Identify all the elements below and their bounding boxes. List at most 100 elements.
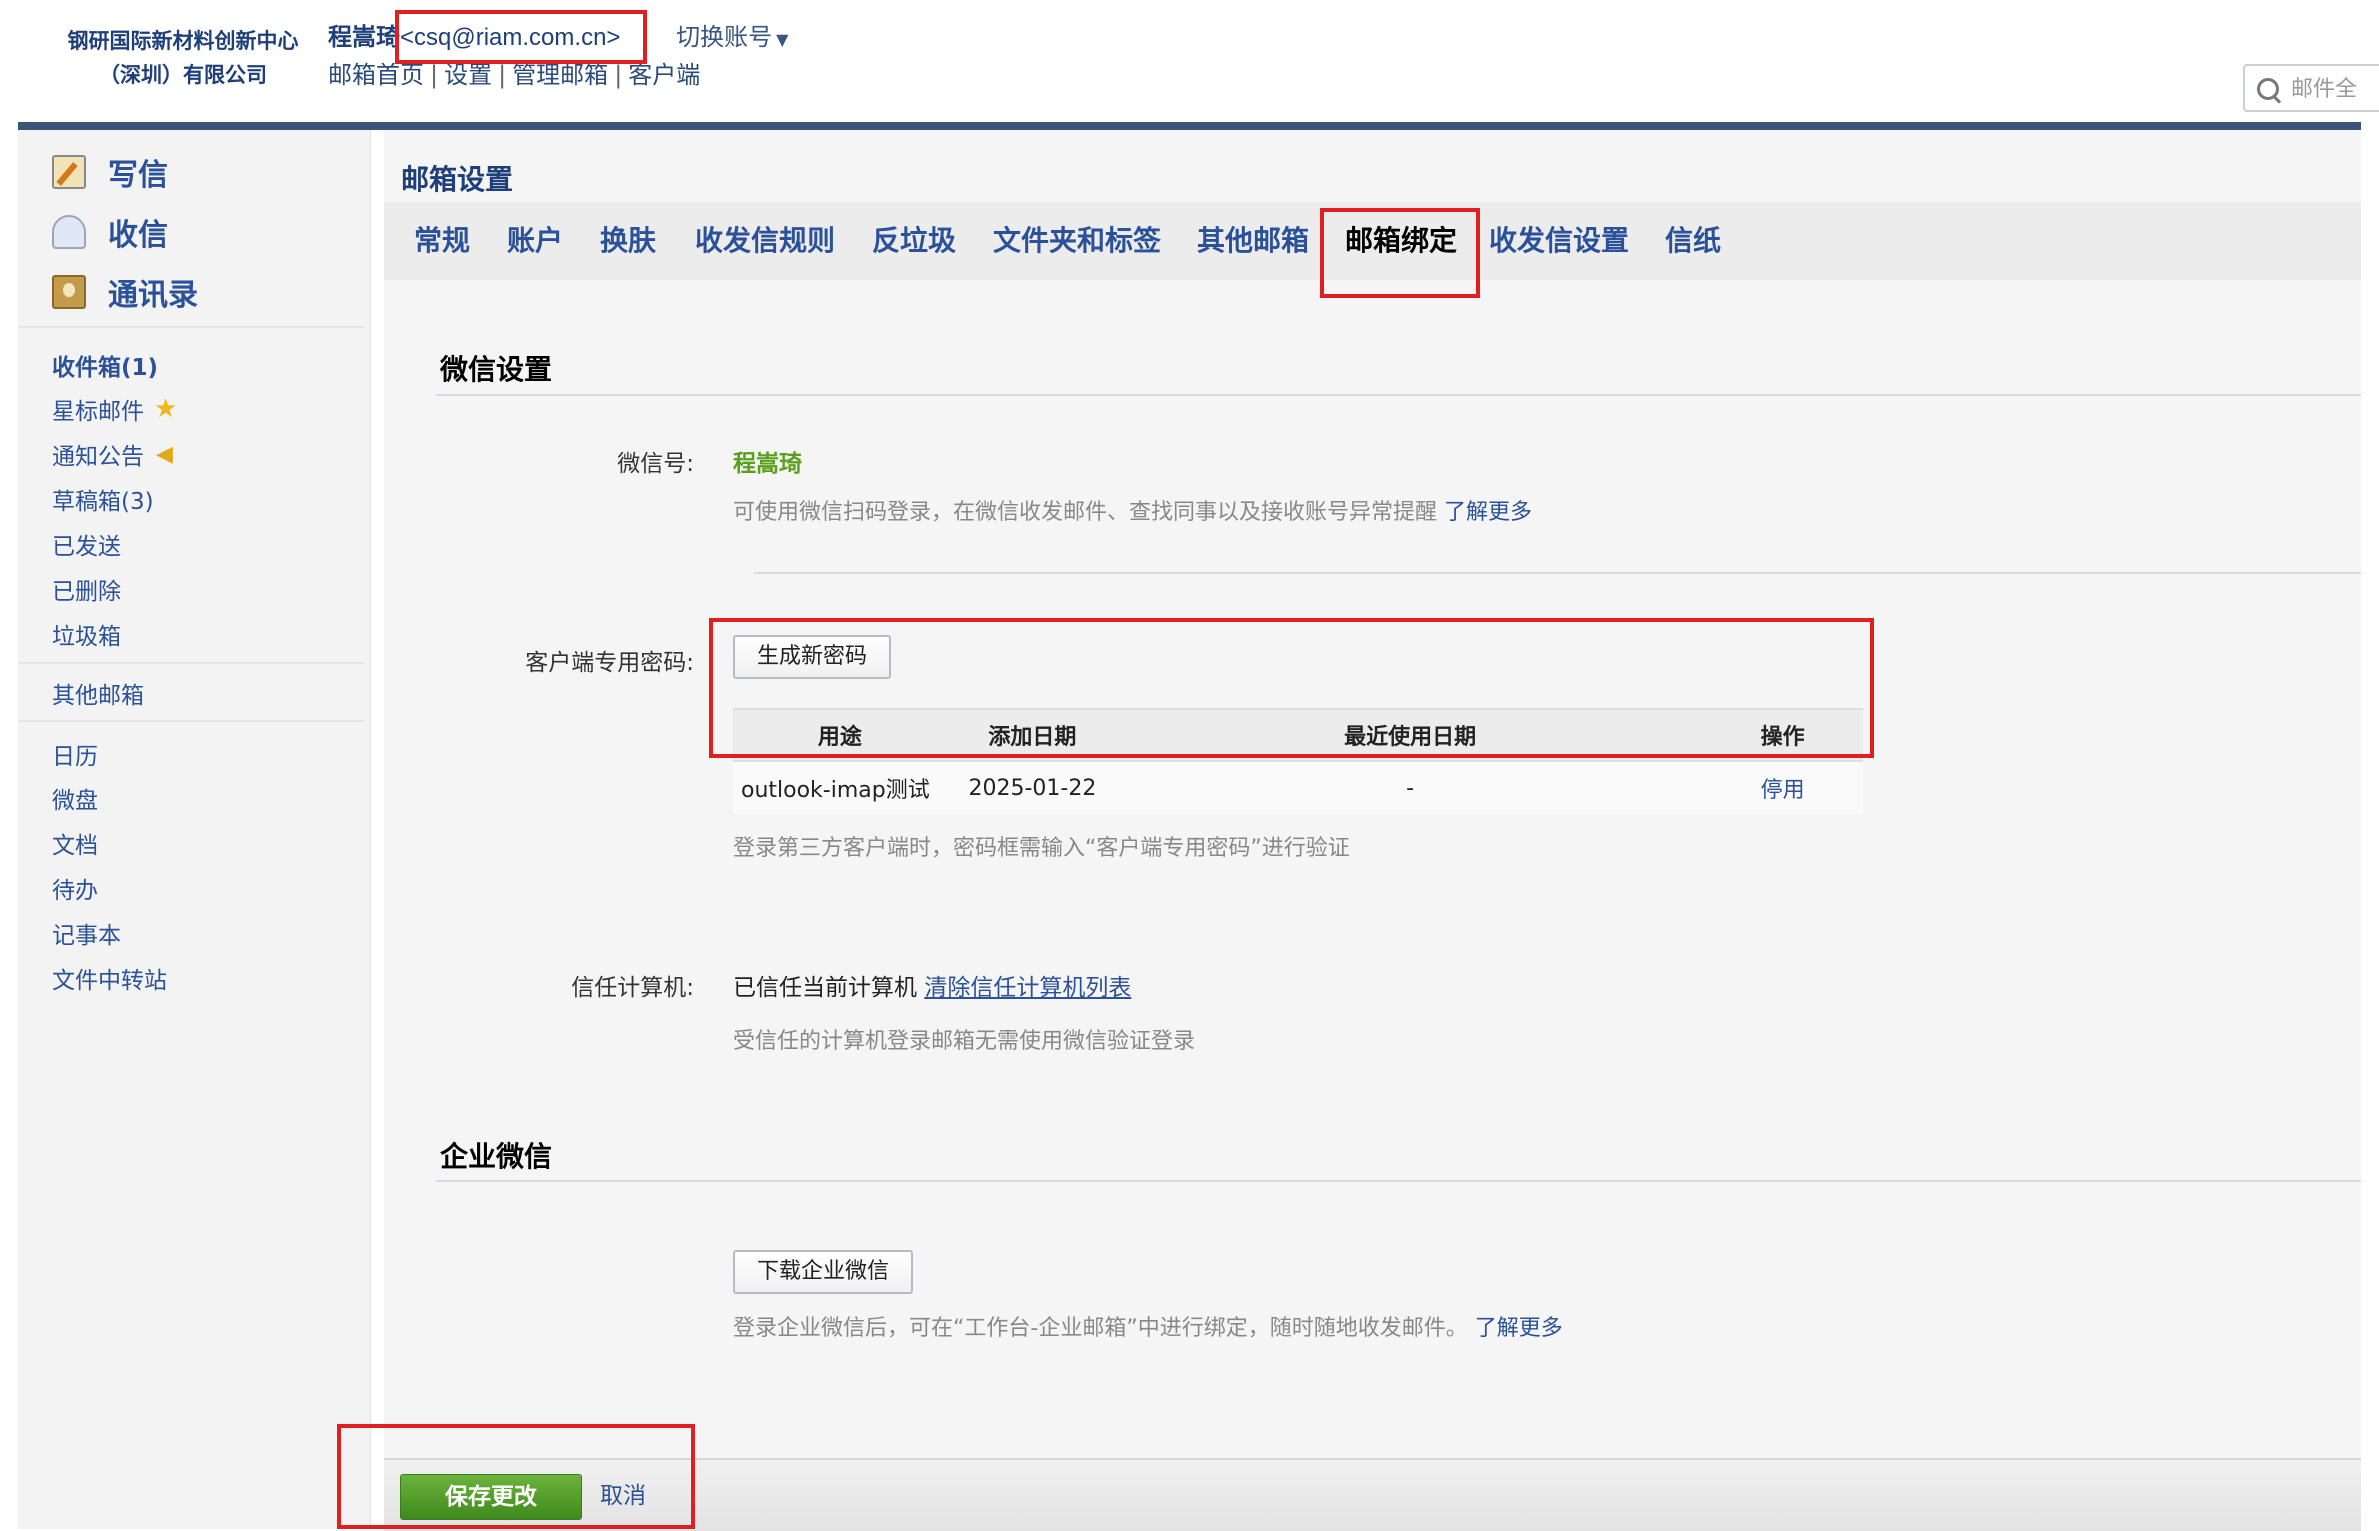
sidebar: 写信 收信 通讯录 收件箱(1) 星标邮件 ★ 通知公告 ◀ 草稿箱(3) 已发送 … [18,130,371,1529]
client-password-hint: 登录第三方客户端时，密码框需输入“客户端专用密码”进行验证 [733,836,1350,861]
sidebar-divider [18,326,364,328]
sidebar-item-other-mailbox[interactable]: 其他邮箱 [52,676,144,710]
tab-anti-spam[interactable]: 反垃圾 [872,202,956,280]
tab-stationery[interactable]: 信纸 [1665,202,1721,280]
page-title: 邮箱设置 [401,163,514,196]
tab-mailbox-binding[interactable]: 邮箱绑定 [1345,202,1457,280]
tab-account[interactable]: 账户 [507,202,563,280]
generate-password-button[interactable]: 生成新密码 [733,635,892,679]
save-changes-button[interactable]: 保存更改 [400,1474,582,1520]
switch-account-dropdown[interactable]: 切换账号 ▼ [676,23,788,51]
column-header-action: 操作 [1702,708,1863,762]
org-name-line2: （深圳）有限公司 [99,63,267,87]
sidebar-item-sent[interactable]: 已发送 [52,527,121,561]
sidebar-item-drive[interactable]: 微盘 [52,781,98,815]
speaker-icon: ◀ [156,441,173,467]
sidebar-item-label: 其他邮箱 [52,683,144,709]
sidebar-item-drafts[interactable]: 草稿箱(3) [52,482,154,516]
table-row: outlook-imap测试 2025-01-22 - 停用 [733,761,1863,814]
column-header-added-date: 添加日期 [946,708,1119,762]
top-header: 钢研国际新材料创新中心 （深圳）有限公司 程嵩琦<csq@riam.com.cn… [18,0,2379,128]
sidebar-item-label: 文件中转站 [52,968,167,994]
user-email: <csq@riam.com.cn> [400,24,621,51]
sidebar-item-todo[interactable]: 待办 [52,871,98,905]
sidebar-item-label: 文档 [52,833,98,859]
table-header-row: 用途 添加日期 最近使用日期 操作 [733,708,1863,762]
cell-purpose: outlook-imap测试 [733,761,947,814]
cell-added-date: 2025-01-22 [946,761,1119,814]
link-separator: | [498,61,507,89]
tab-mail-rules[interactable]: 收发信规则 [695,202,835,280]
wework-section-title: 企业微信 [440,1140,553,1173]
inbox-receive-button[interactable]: 收信 [52,212,168,253]
cancel-link[interactable]: 取消 [600,1474,646,1518]
sidebar-item-notes[interactable]: 记事本 [52,916,121,950]
sidebar-item-label: 日历 [52,744,98,770]
footer-action-bar: 保存更改 取消 [384,1458,2361,1531]
inbox-icon [52,215,86,249]
trusted-computer-label: 信任计算机: [571,975,694,1001]
receive-label: 收信 [108,218,168,253]
sidebar-item-label: 垃圾箱 [52,624,121,650]
user-name: 程嵩琦 [328,23,400,51]
sidebar-divider [18,662,364,664]
sidebar-item-inbox[interactable]: 收件箱(1) [52,348,158,382]
sidebar-item-label: 通知公告 [52,444,144,470]
sidebar-item-notices[interactable]: 通知公告 ◀ [52,437,173,471]
link-mailbox-home[interactable]: 邮箱首页 [328,61,424,89]
sidebar-item-starred[interactable]: 星标邮件 ★ [52,392,177,426]
tab-folders-tags[interactable]: 文件夹和标签 [993,202,1161,280]
sidebar-item-label: 已删除 [52,579,121,605]
user-info: 程嵩琦<csq@riam.com.cn> 切换账号 ▼ [328,20,788,57]
trusted-computer-hint: 受信任的计算机登录邮箱无需使用微信验证登录 [733,1029,1196,1054]
compose-label: 写信 [108,158,168,193]
compose-button[interactable]: 写信 [52,152,168,193]
sidebar-item-file-transfer[interactable]: 文件中转站 [52,961,167,995]
wework-hint-text: 登录企业微信后，可在“工作台-企业邮箱”中进行绑定，随时随地收发邮件。 [733,1316,1468,1341]
sidebar-item-label: 星标邮件 [52,399,144,425]
org-name-line1: 钢研国际新材料创新中心 [67,29,299,53]
disable-password-link[interactable]: 停用 [1702,761,1863,814]
client-password-table: 用途 添加日期 最近使用日期 操作 outlook-imap测试 2025-01… [733,708,1863,814]
search-input[interactable]: 邮件全 [2243,64,2379,112]
sidebar-item-label: 已发送 [52,534,121,560]
learn-more-link[interactable]: 了解更多 [1444,500,1532,525]
sidebar-item-label: 待办 [52,878,98,904]
link-settings[interactable]: 设置 [444,61,492,89]
contacts-button[interactable]: 通讯录 [52,272,198,313]
search-placeholder: 邮件全 [2291,77,2358,102]
settings-tabs: 常规 账户 换肤 收发信规则 反垃圾 文件夹和标签 其他邮箱 邮箱绑定 收发信设… [384,202,2361,280]
sidebar-item-spam[interactable]: 垃圾箱 [52,617,121,651]
link-separator: | [430,61,439,89]
column-header-purpose: 用途 [733,708,947,762]
sidebar-item-label: 草稿箱(3) [52,489,154,515]
download-wework-button[interactable]: 下载企业微信 [733,1250,914,1294]
org-logo-text: 钢研国际新材料创新中心 （深圳）有限公司 [48,24,318,92]
tab-skin[interactable]: 换肤 [600,202,656,280]
client-password-label: 客户端专用密码: [525,650,694,676]
wechat-id-value: 程嵩琦 [733,451,802,477]
sidebar-item-calendar[interactable]: 日历 [52,737,98,771]
header-links: 邮箱首页 | 设置 | 管理邮箱 | 客户端 [328,58,700,92]
sidebar-item-deleted[interactable]: 已删除 [52,572,121,606]
cell-last-used: - [1118,761,1703,814]
wework-learn-more-link[interactable]: 了解更多 [1475,1316,1563,1341]
tab-other-mailbox[interactable]: 其他邮箱 [1197,202,1309,280]
tab-general[interactable]: 常规 [414,202,470,280]
chevron-down-icon: ▼ [776,30,789,49]
tab-send-receive-settings[interactable]: 收发信设置 [1489,202,1629,280]
header-divider-bar [18,122,2361,130]
sub-divider [754,572,2361,574]
link-client[interactable]: 客户端 [628,61,700,89]
search-icon [2257,78,2279,100]
sidebar-divider [18,720,364,722]
sidebar-item-docs[interactable]: 文档 [52,826,98,860]
contacts-icon [52,275,86,309]
wechat-hint-text: 可使用微信扫码登录，在微信收发邮件、查找同事以及接收账号异常提醒 [733,500,1438,525]
trusted-computer-text: 已信任当前计算机 [733,975,917,1001]
wework-hint: 登录企业微信后，可在“工作台-企业邮箱”中进行绑定，随时随地收发邮件。 了解更多 [733,1310,1563,1342]
clear-trusted-list-link[interactable]: 清除信任计算机列表 [924,975,1131,1001]
star-icon: ★ [154,394,178,424]
link-manage-mailbox[interactable]: 管理邮箱 [512,61,608,89]
sidebar-item-label: 收件箱(1) [52,355,159,381]
